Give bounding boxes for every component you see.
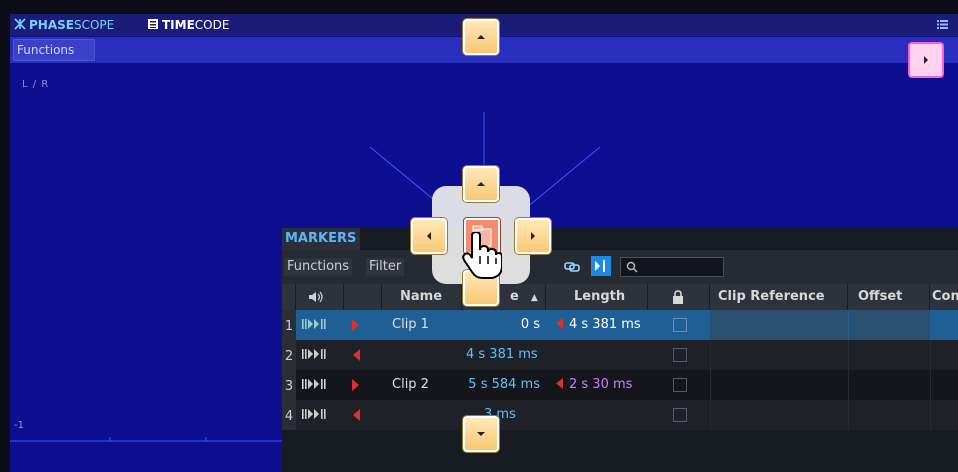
speaker-icon: [309, 291, 323, 303]
dock-bottom-button[interactable]: [463, 416, 499, 452]
play-range-icon[interactable]: [302, 409, 330, 419]
header-name[interactable]: Name: [382, 284, 462, 310]
tab-phasescope-rest: SCOPE: [73, 18, 115, 32]
marker-length: 4 s 381 ms: [569, 317, 641, 332]
hand-cursor-icon: [462, 232, 502, 279]
marker-start-icon: [352, 379, 359, 391]
arrow-down-icon: [477, 432, 485, 436]
row-number: 1: [282, 310, 296, 340]
column-divider: [848, 400, 849, 430]
marker-time[interactable]: 0 s: [462, 310, 542, 340]
marker-name[interactable]: [382, 340, 462, 370]
play-range-icon[interactable]: [302, 349, 330, 359]
marker-time[interactable]: 4 s 381 ms: [462, 340, 542, 370]
row-number: 4: [282, 400, 296, 430]
marker-end-icon: [556, 378, 563, 389]
lock-checkbox[interactable]: [673, 408, 687, 422]
column-divider: [930, 400, 931, 430]
header-play[interactable]: [296, 284, 344, 310]
dock-top-button[interactable]: [463, 19, 499, 55]
table-header: Name e ▲ Length Clip Reference Offset Con: [282, 284, 958, 310]
lock-icon: [673, 290, 683, 304]
table-row[interactable]: 4 3 ms: [282, 400, 958, 430]
markers-panel: MARKERS Functions Filter Name e ▲ Length …: [282, 228, 958, 472]
arrow-right-icon: [531, 232, 535, 240]
offset-cell[interactable]: [849, 310, 930, 340]
arrow-right-icon: [924, 56, 928, 64]
marker-end-icon: [353, 409, 360, 421]
panel-options-icon[interactable]: [937, 20, 948, 29]
sort-ascending-icon: ▲: [530, 293, 538, 303]
row-number: 2: [282, 340, 296, 370]
tab-timecode[interactable]: TIMECODE: [147, 17, 229, 33]
header-length[interactable]: Length: [546, 284, 648, 310]
marker-length: 2 s 30 ms: [569, 377, 633, 392]
dock-cross-top-button[interactable]: [463, 166, 499, 202]
marker-name[interactable]: [382, 400, 462, 430]
tab-phasescope[interactable]: PHASESCOPE: [14, 17, 114, 33]
timecode-icon: [148, 19, 158, 29]
y-min-label: -1: [14, 420, 24, 431]
phasescope-icon: [14, 18, 26, 30]
column-divider: [710, 340, 711, 370]
header-lock[interactable]: [648, 284, 710, 310]
tab-timecode-rest: CODE: [194, 18, 230, 32]
arrow-up-icon: [477, 182, 485, 186]
lock-checkbox[interactable]: [673, 348, 687, 362]
column-divider: [848, 340, 849, 370]
dock-cross-left-button[interactable]: [411, 218, 447, 254]
column-divider: [710, 370, 711, 400]
header-time-label: e: [510, 289, 519, 304]
tab-phasescope-bold: PHASE: [29, 18, 74, 32]
lock-checkbox[interactable]: [673, 378, 687, 392]
marker-name[interactable]: Clip 2: [382, 370, 462, 400]
table-row[interactable]: 3 Clip 2 5 s 584 ms 2 s 30 ms: [282, 370, 958, 400]
header-num: [282, 284, 296, 310]
clip-reference-cell[interactable]: [710, 310, 848, 340]
header-flag: [344, 284, 382, 310]
markers-tab[interactable]: MARKERS: [282, 228, 360, 250]
marker-time[interactable]: 5 s 584 ms: [462, 370, 542, 400]
header-offset[interactable]: Offset: [848, 284, 930, 310]
marker-length[interactable]: [546, 340, 656, 370]
tab-timecode-bold: TIME: [162, 18, 195, 32]
markers-search-input[interactable]: [620, 257, 724, 277]
table-row[interactable]: 1 Clip 1 0 s 4 s 381 ms: [282, 310, 958, 340]
marker-start-icon: [352, 319, 359, 331]
header-comment[interactable]: Con: [930, 284, 958, 310]
follow-cursor-icon[interactable]: [591, 256, 611, 276]
lock-checkbox[interactable]: [673, 318, 687, 332]
arrow-up-icon: [477, 35, 485, 39]
marker-name[interactable]: Clip 1: [382, 310, 462, 340]
functions-button[interactable]: Functions: [13, 39, 95, 61]
play-range-icon[interactable]: [302, 319, 330, 329]
markers-toolbar: Functions Filter: [282, 250, 958, 284]
dock-cross-right-button[interactable]: [515, 218, 551, 254]
marker-length[interactable]: [546, 400, 656, 430]
markers-functions-button[interactable]: Functions: [284, 258, 353, 276]
table-row[interactable]: 2 4 s 381 ms: [282, 340, 958, 370]
marker-length-cell[interactable]: 2 s 30 ms: [546, 370, 656, 400]
markers-filter-button[interactable]: Filter: [366, 258, 405, 276]
marker-end-icon: [556, 318, 563, 329]
column-divider: [930, 340, 931, 370]
marker-length-cell[interactable]: 4 s 381 ms: [546, 310, 656, 340]
column-divider: [930, 370, 931, 400]
column-divider: [848, 370, 849, 400]
arrow-left-icon: [427, 232, 431, 240]
header-clip-reference[interactable]: Clip Reference: [710, 284, 848, 310]
column-divider: [710, 400, 711, 430]
marker-end-icon: [353, 349, 360, 361]
search-icon: [626, 261, 638, 273]
dock-right-edge-button[interactable]: [908, 42, 944, 78]
row-number: 3: [282, 370, 296, 400]
play-range-icon[interactable]: [302, 379, 330, 389]
link-icon[interactable]: [564, 260, 580, 274]
